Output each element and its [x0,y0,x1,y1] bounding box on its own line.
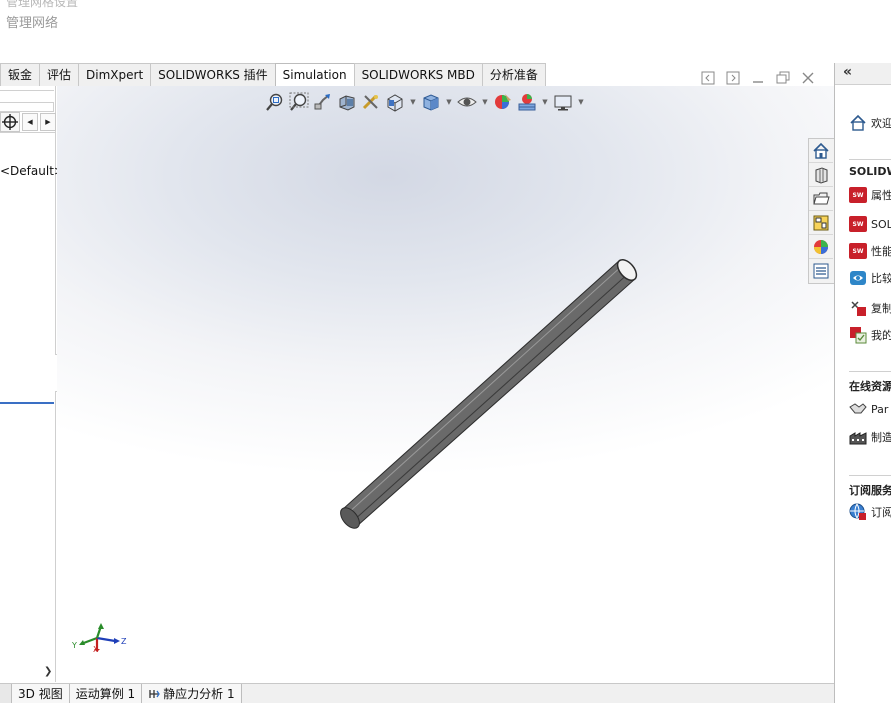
tab-static-study[interactable]: 静应力分析 1 [142,684,242,703]
section-solidworks-resources: SOLIDW [849,165,891,178]
top-strip: 管理网格设置 管理网络 [0,0,891,62]
tree-scroll-right-icon[interactable]: ❯ [44,666,52,677]
design-library-tab-icon[interactable] [809,163,833,187]
model-study-tabs: 3D 视图 运动算例 1 静应力分析 1 [0,683,834,703]
static-study-icon [149,689,160,698]
copy-settings-icon [851,301,866,316]
close-icon[interactable] [800,70,816,86]
section-divider [849,475,891,476]
tab-solidworks-mbd[interactable]: SOLIDWORKS MBD [353,63,483,86]
static-study-label: 静应力分析 1 [163,686,235,701]
tab-simulation[interactable]: Simulation [274,63,355,87]
model-pipe[interactable] [57,86,834,683]
feature-manager-toolbar: ◀ ▶ [0,111,56,133]
solidworks-rx-icon: SW [849,216,867,232]
online-item-manufacturing[interactable]: 制造 [849,429,891,445]
section-subscription: 订阅服务 [849,484,891,497]
view-palette-tab-icon[interactable] [809,211,833,235]
solidworks-rx-icon: SW [849,243,867,259]
tab-analysis-prep[interactable]: 分析准备 [481,63,546,86]
resource-item-my[interactable]: 我的 [849,326,891,344]
collapse-pane-icon[interactable]: « [843,64,852,80]
resource-item-performance[interactable]: SW 性能 [849,243,891,259]
online-item-label: Par [871,402,889,416]
task-pane-header: « [835,63,891,85]
home-tab-icon[interactable] [809,139,833,163]
compare-icon [850,271,866,285]
solidworks-badge-icon: SW [849,187,867,203]
home-icon [850,114,866,131]
window-controls [700,70,816,86]
appearances-tab-icon[interactable] [809,235,833,259]
scroll-left-icon[interactable]: ◀ [22,112,38,131]
graphics-viewport[interactable]: ▼ ▼ ▼ ▼ ▼ Y X Z [57,86,834,683]
subscription-label: 订阅 [871,506,891,519]
resource-item-properties[interactable]: SW 属性 [849,187,891,203]
section-online-resources: 在线资源 [849,380,891,393]
minimize-icon[interactable] [750,70,766,86]
tab-dimxpert[interactable]: DimXpert [78,63,152,86]
handshake-icon [849,403,867,414]
section-divider [849,159,891,160]
resource-item-copy[interactable]: 复制 [849,299,891,317]
rollback-bar[interactable] [0,402,54,404]
panel-divider [0,90,54,91]
tile-left-icon[interactable] [700,70,716,86]
online-item-label: 制造 [871,431,891,444]
online-item-partner[interactable]: Par [849,402,888,416]
triad-y-label: Y [71,641,77,650]
resource-item-label: 我的 [871,329,891,342]
resource-item-compare[interactable]: 比较 [849,270,891,286]
reference-triad: Y X Z [71,618,131,654]
tab-3d-view[interactable]: 3D 视图 [12,684,70,703]
task-pane-tabs [808,138,834,284]
resource-item-sol[interactable]: SW SOL [849,216,891,232]
feature-manager-panel: ◀ ▶ <Default>_ ❯ [0,86,70,682]
command-manager-tabs: 钣金 评估 DimXpert SOLIDWORKS 插件 Simulation … [0,63,546,87]
resource-item-label: 比较 [871,272,891,285]
factory-icon [849,432,867,445]
custom-properties-tab-icon[interactable] [809,259,833,283]
triad-z-label: Z [121,637,127,646]
resource-item-label: 性能 [871,245,891,258]
resource-item-label: 复制 [871,302,891,315]
file-explorer-tab-icon[interactable] [809,187,833,211]
mesh-settings-label: 管理网格设置 [6,0,79,9]
tab-evaluate[interactable]: 评估 [39,63,80,86]
welcome-item[interactable]: 欢迎 [849,114,891,132]
resource-item-label: 属性 [871,189,891,202]
resource-item-label: SOL [871,217,891,231]
subscription-globe-icon [849,503,866,520]
scroll-right-icon[interactable]: ▶ [40,112,56,131]
manage-network-label[interactable]: 管理网络 [6,12,58,31]
section-divider [849,371,891,372]
tab-motion-study[interactable]: 运动算例 1 [69,684,143,703]
tile-right-icon[interactable] [725,70,741,86]
tab-sheet-metal[interactable]: 钣金 [0,63,41,86]
model-tab[interactable] [0,684,12,703]
task-pane: « 欢迎 SOLIDW SW 属性 SW SOL SW 性能 比较 复制 我的 … [834,63,891,703]
restore-icon[interactable] [775,70,791,86]
my-products-icon [850,327,867,344]
tab-solidworks-addins[interactable]: SOLIDWORKS 插件 [150,63,276,86]
welcome-label: 欢迎 [871,117,891,130]
subscription-item[interactable]: 订阅 [849,503,891,521]
crosshair-icon[interactable] [0,111,20,132]
triad-x-label: X [93,645,99,652]
